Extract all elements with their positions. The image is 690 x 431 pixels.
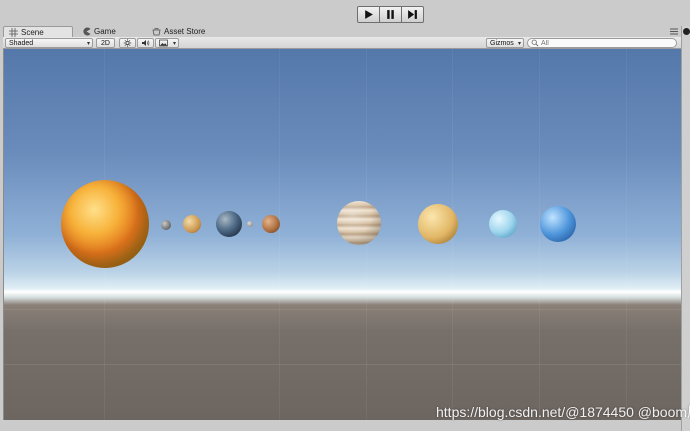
mars-object[interactable]: [262, 215, 280, 233]
uranus-object[interactable]: [489, 210, 517, 238]
scene-grid-line: [4, 309, 681, 310]
store-icon: [152, 28, 161, 36]
toggle-2d-label: 2D: [101, 39, 110, 47]
watermark-text: https://blog.csdn.net/@1874450 @boom居士: [436, 404, 690, 420]
scene-effects-dropdown[interactable]: ▾: [155, 38, 179, 48]
hierarchy-search[interactable]: [527, 38, 677, 48]
scene-viewport[interactable]: [3, 49, 681, 420]
step-button[interactable]: [401, 6, 424, 23]
tab-game[interactable]: Game: [77, 26, 121, 37]
scene-lighting-toggle[interactable]: [119, 38, 136, 48]
menu-icon: [670, 28, 678, 35]
chevron-down-icon: ▾: [172, 41, 176, 47]
pause-button[interactable]: [379, 6, 402, 23]
toggle-2d-button[interactable]: 2D: [96, 38, 115, 48]
moon-object[interactable]: [247, 221, 253, 227]
scene-toolbar: Shaded ▾ 2D ▾ Gizmos ▾: [3, 37, 681, 49]
scene-audio-toggle[interactable]: [137, 38, 154, 48]
gizmos-label: Gizmos: [490, 39, 514, 47]
editor-tab-strip: Scene Game Asset Store: [3, 26, 681, 37]
tab-scene[interactable]: Scene: [3, 26, 73, 37]
sun-object[interactable]: [61, 180, 149, 268]
tab-asset-store-label: Asset Store: [164, 27, 206, 36]
grid-icon: [9, 27, 18, 37]
step-icon: [408, 10, 417, 19]
earth-object[interactable]: [216, 211, 242, 237]
pacman-icon: [83, 27, 91, 36]
pause-icon: [387, 10, 394, 19]
venus-object[interactable]: [183, 215, 201, 233]
speaker-icon: [142, 40, 150, 46]
shading-mode-dropdown[interactable]: Shaded ▾: [5, 38, 93, 48]
search-input[interactable]: [541, 39, 671, 47]
play-icon: [365, 10, 373, 19]
panel-menu-button[interactable]: [667, 27, 681, 36]
playback-controls: [357, 6, 424, 23]
watermark: https://blog.csdn.net/@1874450 @boom居士: [436, 402, 690, 422]
image-icon: [159, 39, 168, 47]
tab-scene-label: Scene: [21, 27, 44, 37]
jupiter-object[interactable]: [337, 201, 381, 245]
neptune-object[interactable]: [540, 206, 576, 242]
window-edge: [681, 26, 690, 431]
shading-mode-value: Shaded: [9, 39, 34, 47]
gizmos-dropdown[interactable]: Gizmos ▾: [486, 38, 524, 48]
tab-asset-store[interactable]: Asset Store: [147, 26, 210, 37]
chevron-down-icon: ▾: [517, 41, 521, 47]
sun-icon: [123, 39, 132, 47]
chevron-down-icon: ▾: [86, 41, 90, 47]
scene-grid-line: [4, 364, 681, 365]
saturn-object[interactable]: [418, 204, 458, 244]
play-button[interactable]: [357, 6, 380, 23]
mercury-object[interactable]: [161, 220, 171, 230]
dot-icon: [683, 28, 690, 35]
tab-game-label: Game: [94, 27, 116, 36]
search-icon: [531, 39, 539, 47]
